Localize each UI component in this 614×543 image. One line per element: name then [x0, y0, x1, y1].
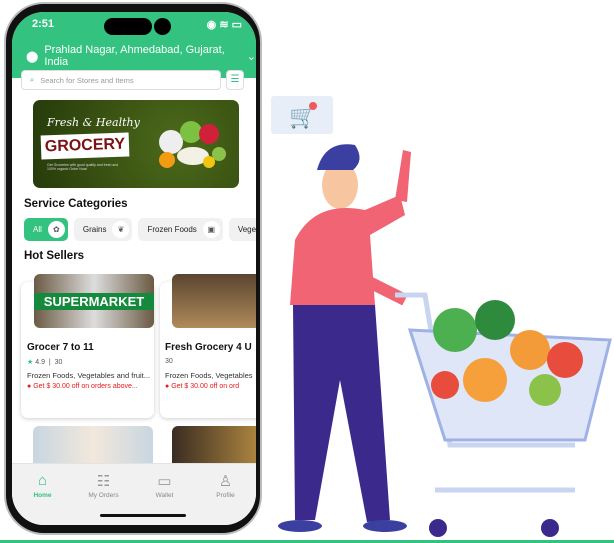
category-all[interactable]: All ✿ [24, 218, 68, 241]
frozen-icon: ▣ [202, 221, 220, 238]
status-time: 2:51 [32, 18, 55, 30]
dynamic-island [104, 18, 152, 35]
banner-heading: GROCERY [40, 132, 130, 160]
wallet-icon: ▭ [157, 473, 172, 490]
app-screen: 2:51 ◉ ≋ ▭ ⬤ Prahlad Nagar, Ahmedabad, Guj… [12, 12, 256, 525]
nav-label: Wallet [155, 492, 174, 499]
category-chips: All ✿ Grains ❦ Frozen Foods ▣ Vegetab [24, 218, 256, 241]
bottom-nav: ⌂ Home ☷ My Orders ▭ Wallet ♙ Profile [12, 463, 256, 525]
store-description: Frozen Foods, Vegetables and fruit... [27, 371, 150, 380]
location-text: Prahlad Nagar, Ahmedabad, Gujarat, India [44, 44, 225, 68]
orders-icon: ☷ [96, 473, 111, 490]
store-rating: ★ 4.9 | 30 [27, 359, 63, 366]
profile-icon: ♙ [218, 473, 233, 490]
store-offer: ● Get $ 30.00 off on ord [165, 383, 240, 390]
phone-mockup: 2:51 ◉ ≋ ▭ ⬤ Prahlad Nagar, Ahmedabad, Guj… [4, 2, 262, 535]
service-categories-title: Service Categories [24, 198, 128, 210]
supermarket-sign: SUPERMARKET [34, 293, 154, 310]
category-vegetables[interactable]: Vegetab [228, 218, 256, 241]
home-indicator [100, 514, 186, 517]
grain-icon: ❦ [112, 221, 130, 238]
store-card[interactable]: Fresh Grocery 4 U 30 Frozen Foods, Veget… [160, 274, 256, 418]
filter-button[interactable]: ☰ [226, 70, 244, 90]
basket-icon: ✿ [47, 221, 65, 238]
sliders-icon: ☰ [230, 74, 240, 85]
camera [154, 18, 171, 35]
nav-label: Profile [216, 492, 235, 499]
rating-value: 4.9 [35, 359, 45, 366]
store-card[interactable]: SUPERMARKET Grocer 7 to 11 ★ 4.9 | 30 Fr… [21, 274, 154, 418]
chevron-down-icon: ⌄ [246, 50, 256, 63]
offer-text: Get $ 30.00 off on ord [171, 383, 240, 390]
hot-sellers-title: Hot Sellers [24, 250, 85, 262]
delivery-time: 30 [54, 359, 63, 366]
banner-title: Fresh & Healthy [47, 116, 140, 129]
chip-label: Vegetab [237, 225, 256, 234]
nav-label: My Orders [88, 492, 119, 499]
store-name: Grocer 7 to 11 [27, 342, 94, 353]
home-icon: ⌂ [37, 472, 48, 489]
category-grains[interactable]: Grains ❦ [73, 218, 133, 241]
search-icon: ⌕ [30, 75, 35, 84]
shopper-illustration: 🛒 [271, 96, 612, 537]
chip-label: Grains [82, 225, 107, 234]
store-image [172, 274, 256, 328]
location-pin-icon: ⬤ [26, 50, 39, 63]
nav-label: Home [33, 492, 52, 499]
search-placeholder: Search for Stores and Items [40, 75, 134, 85]
store-name: Fresh Grocery 4 U [165, 342, 252, 353]
search-input[interactable]: ⌕ Search for Stores and Items [21, 70, 221, 90]
store-offer: ● Get $ 30.00 off on orders above... [27, 383, 138, 390]
star-icon: ★ [27, 359, 34, 366]
promo-banner[interactable]: Fresh & Healthy GROCERY Get Groceries wi… [33, 100, 239, 188]
chip-label: Frozen Foods [147, 225, 197, 234]
header: 2:51 ◉ ≋ ▭ ⬤ Prahlad Nagar, Ahmedabad, Guj… [12, 12, 256, 78]
store-image: SUPERMARKET [34, 274, 154, 328]
nav-profile[interactable]: ♙ Profile [195, 464, 256, 525]
delivery-time: 30 [165, 358, 173, 365]
offer-text: Get $ 30.00 off on orders above... [33, 383, 138, 390]
store-description: Frozen Foods, Vegetables [165, 371, 253, 380]
category-frozen-foods[interactable]: Frozen Foods ▣ [138, 218, 223, 241]
vegetables-image [159, 121, 226, 168]
chip-label: All [33, 225, 42, 234]
banner-subtitle: Get Groceries with good quality and fres… [47, 163, 119, 171]
battery-icon: ◉ ≋ ▭ [206, 19, 242, 31]
nav-home[interactable]: ⌂ Home [12, 464, 73, 525]
location-selector[interactable]: ⬤ Prahlad Nagar, Ahmedabad, Gujarat, Indi… [26, 44, 256, 68]
